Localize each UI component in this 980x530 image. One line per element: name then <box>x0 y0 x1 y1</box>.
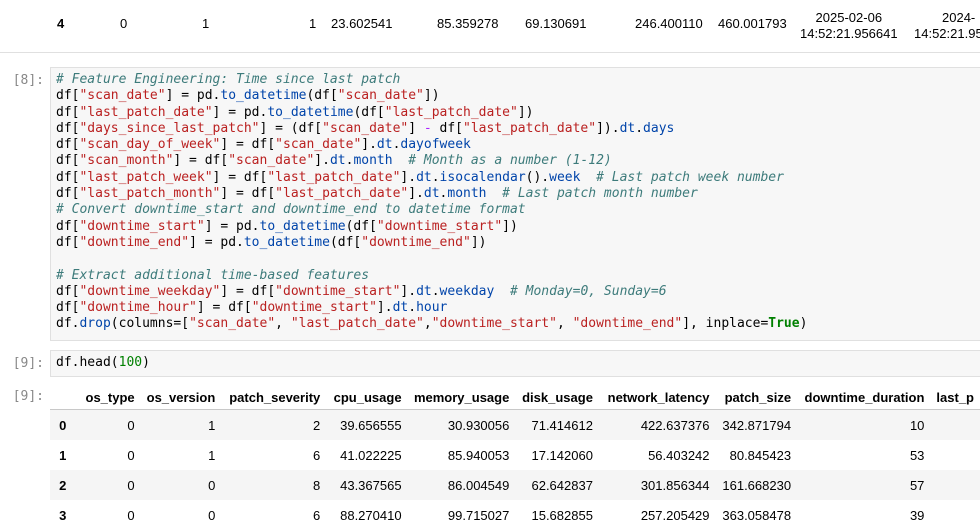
table-cell: 10 <box>909 417 925 433</box>
code-cell-8[interactable]: # Feature Engineering: Time since last p… <box>50 67 980 341</box>
table-cell: 85.359278 <box>437 16 499 31</box>
table-row: 3 0 0 6 88.270410 99.715027 15.682855 25… <box>50 500 980 530</box>
code-editor[interactable]: df.head(100) <box>51 351 980 371</box>
table-cell <box>930 440 980 470</box>
table-cell: 23.602541 <box>331 16 393 31</box>
column-header <box>50 385 72 410</box>
code-number: 100 <box>118 355 143 370</box>
table-cell: 62.642837 <box>531 477 593 493</box>
datetime-time: 14:52:21.95 <box>914 26 980 41</box>
column-header: os_type <box>85 389 135 405</box>
table-cell: 2 <box>313 417 321 433</box>
table-cell: 161.668230 <box>722 477 792 493</box>
table-cell: 0 <box>208 507 216 523</box>
table-cell: 71.414612 <box>531 417 593 433</box>
table-cell: 422.637376 <box>640 417 710 433</box>
table-cell: 257.205429 <box>640 507 710 523</box>
datetime-cell: 2025-02-06 14:52:21.956641 <box>800 10 898 42</box>
table-cell: 246.400110 <box>635 16 703 31</box>
column-header: os_version <box>146 389 216 405</box>
cell-prompt: [8]: <box>12 73 44 88</box>
table-cell: 43.367565 <box>340 477 402 493</box>
table-cell: 6 <box>313 447 321 463</box>
table-cell: 41.022225 <box>340 447 402 463</box>
table-cell: 1 <box>208 417 216 433</box>
column-header: last_p <box>936 389 974 405</box>
datetime-date: 2025-02-06 <box>815 10 883 25</box>
table-header-row: os_type os_version patch_severity cpu_us… <box>50 385 980 410</box>
table-cell: 0 <box>208 477 216 493</box>
cell-prompt: [9]: <box>12 356 44 371</box>
table-cell <box>930 500 980 530</box>
datetime-cell: 2024- 14:52:21.95 <box>914 10 980 42</box>
table-cell: 88.270410 <box>340 507 402 523</box>
table-cell: 39 <box>909 507 925 523</box>
table-cell: 0 <box>127 477 135 493</box>
column-header: patch_size <box>724 389 792 405</box>
table-row: 2 0 0 8 43.367565 86.004549 62.642837 30… <box>50 470 980 500</box>
code-cell-9[interactable]: df.head(100) <box>50 350 980 377</box>
table-cell: 460.001793 <box>718 16 787 31</box>
table-cell: 85.940053 <box>447 447 510 463</box>
row-index: 0 <box>59 417 67 433</box>
column-header: memory_usage <box>413 389 510 405</box>
row-index: 3 <box>59 507 67 523</box>
datetime-time: 14:52:21.956641 <box>800 26 898 41</box>
table-cell: 0 <box>127 507 135 523</box>
output-prompt: [9]: <box>12 389 44 404</box>
column-header: downtime_duration <box>804 389 925 405</box>
row-index: 1 <box>59 447 67 463</box>
table-cell: 57 <box>909 477 925 493</box>
code-text: df.head( <box>56 355 119 370</box>
row-index: 2 <box>59 477 67 493</box>
table-cell <box>930 410 980 441</box>
table-cell: 301.856344 <box>640 477 710 493</box>
table-cell: 80.845423 <box>729 447 792 463</box>
column-header: cpu_usage <box>333 389 402 405</box>
table-cell: 0 <box>120 16 128 31</box>
table-cell: 53 <box>909 447 925 463</box>
table-cell: 8 <box>313 477 321 493</box>
table-cell: 1 <box>208 447 216 463</box>
table-cell: 39.656555 <box>340 417 402 433</box>
table-cell: 6 <box>313 507 321 523</box>
table-cell: 86.004549 <box>447 477 510 493</box>
table-cell: 342.871794 <box>722 417 792 433</box>
table-row: 0 0 1 2 39.656555 30.930056 71.414612 42… <box>50 409 980 441</box>
column-header: patch_severity <box>229 389 321 405</box>
table-cell: 56.403242 <box>648 447 710 463</box>
table-cell: 30.930056 <box>447 417 510 433</box>
dataframe-output: os_type os_version patch_severity cpu_us… <box>50 385 980 530</box>
table-row: 1 0 1 6 41.022225 85.940053 17.142060 56… <box>50 440 980 470</box>
table-cell: 1 <box>202 16 210 31</box>
table-cell: 69.130691 <box>525 16 587 31</box>
column-header: disk_usage <box>522 389 593 405</box>
table-cell: 0 <box>127 447 135 463</box>
table-cell: 99.715027 <box>447 507 510 523</box>
table-cell: 17.142060 <box>531 447 593 463</box>
table-cell: 1 <box>309 16 317 31</box>
table-cell: 0 <box>127 417 135 433</box>
code-editor[interactable]: # Feature Engineering: Time since last p… <box>51 68 980 333</box>
row-index: 4 <box>57 16 65 31</box>
code-text: ) <box>142 355 150 370</box>
datetime-date: 2024- <box>942 10 976 25</box>
table-cell <box>930 470 980 500</box>
table-cell: 363.058478 <box>722 507 792 523</box>
column-header: network_latency <box>607 389 710 405</box>
output-table-last-row: 4 0 1 1 23.602541 85.359278 69.130691 24… <box>0 0 980 53</box>
table-cell: 15.682855 <box>531 507 593 523</box>
